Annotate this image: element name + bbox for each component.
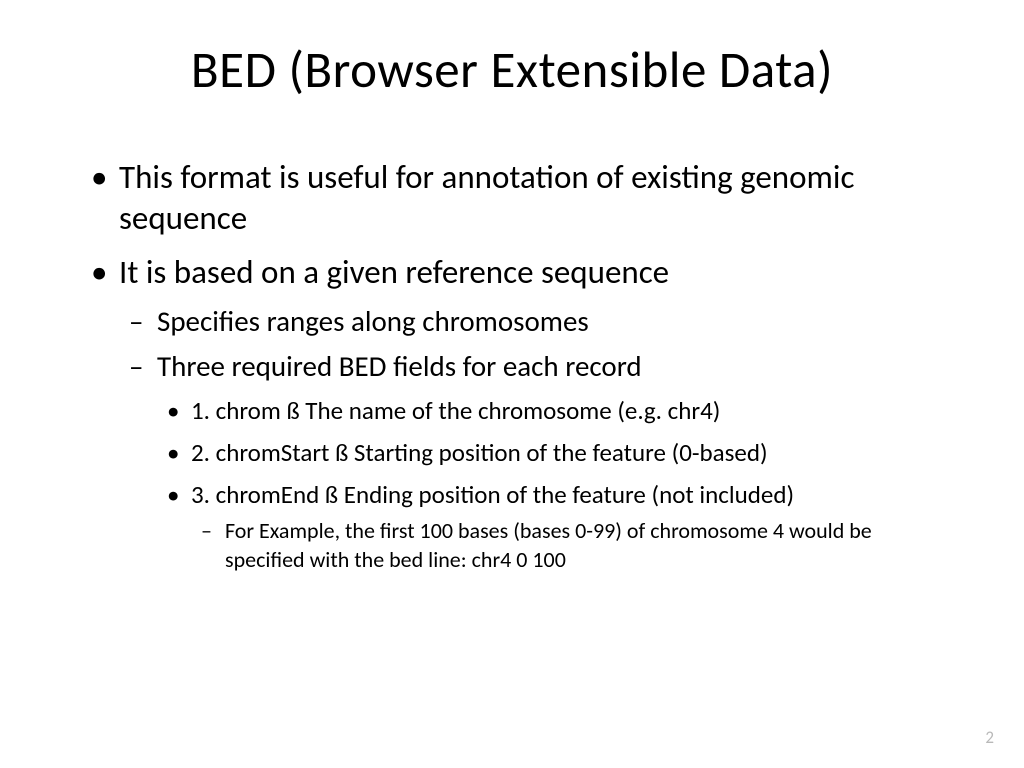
sub-bullet-item: Three required BED fields for each recor…	[119, 348, 939, 574]
subsub-bullet-item: 3. chromEnd ß Ending position of the fea…	[157, 478, 939, 575]
subsub-bullet-item: 2. chromStart ß Starting position of the…	[157, 436, 939, 470]
bullet-item: It is based on a given reference sequenc…	[85, 252, 939, 575]
slide: BED (Browser Extensible Data) This forma…	[0, 0, 1024, 768]
page-number: 2	[985, 727, 994, 748]
bullet-item: This format is useful for annotation of …	[85, 157, 939, 240]
sub-bullet-list: Specifies ranges along chromosomes Three…	[119, 303, 939, 575]
bullet-text: It is based on a given reference sequenc…	[119, 252, 669, 292]
subsub-bullet-text: 3. chromEnd ß Ending position of the fea…	[191, 479, 794, 510]
subsub-bullet-list: 1. chrom ß The name of the chromosome (e…	[157, 394, 939, 574]
subsubsub-bullet-item: For Example, the first 100 bases (bases …	[191, 517, 939, 574]
subsub-bullet-item: 1. chrom ß The name of the chromosome (e…	[157, 394, 939, 428]
subsubsub-bullet-list: For Example, the first 100 bases (bases …	[191, 517, 939, 574]
sub-bullet-text: Three required BED fields for each recor…	[157, 348, 642, 384]
slide-title: BED (Browser Extensible Data)	[85, 38, 939, 101]
bullet-list: This format is useful for annotation of …	[85, 157, 939, 575]
sub-bullet-item: Specifies ranges along chromosomes	[119, 303, 939, 341]
